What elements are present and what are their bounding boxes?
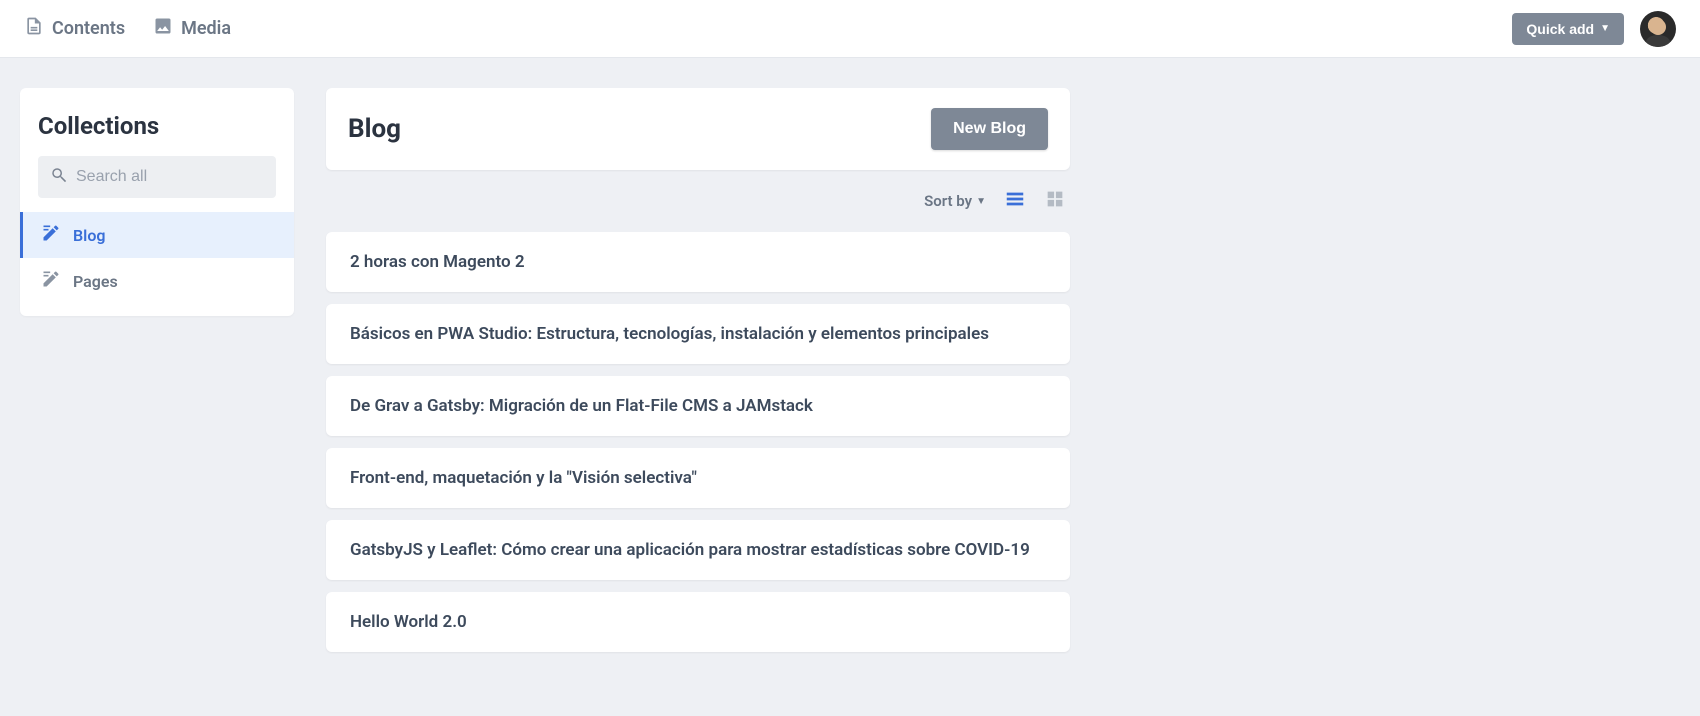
nav-media[interactable]: Media	[153, 16, 231, 41]
topbar: Contents Media Quick add ▼	[0, 0, 1700, 58]
sort-by-label: Sort by	[924, 192, 972, 210]
sidebar-item-pages[interactable]: Pages	[20, 258, 294, 304]
content: Blog New Blog Sort by ▼ 2 horas con Mage…	[326, 88, 1070, 664]
search-input[interactable]	[76, 168, 264, 186]
entry-item[interactable]: 2 horas con Magento 2	[326, 232, 1070, 292]
nav-contents[interactable]: Contents	[24, 16, 125, 41]
sidebar: Collections Blog Pages	[20, 88, 294, 316]
nav-contents-label: Contents	[52, 18, 125, 39]
sidebar-item-blog[interactable]: Blog	[20, 212, 294, 258]
entry-item[interactable]: Hello World 2.0	[326, 592, 1070, 652]
avatar[interactable]	[1640, 11, 1676, 47]
nav-media-label: Media	[181, 18, 231, 39]
chevron-down-icon: ▼	[1600, 23, 1610, 34]
quick-add-button[interactable]: Quick add ▼	[1512, 13, 1624, 45]
entry-item[interactable]: GatsbyJS y Leaflet: Cómo crear una aplic…	[326, 520, 1070, 580]
entry-item[interactable]: Front-end, maquetación y la "Visión sele…	[326, 448, 1070, 508]
main: Collections Blog Pages Blog New Blog Sort…	[0, 58, 1700, 694]
new-entry-button[interactable]: New Blog	[931, 108, 1048, 150]
entry-item[interactable]: Básicos en PWA Studio: Estructura, tecno…	[326, 304, 1070, 364]
pencil-icon	[41, 223, 61, 247]
sidebar-item-label: Pages	[73, 272, 118, 291]
chevron-down-icon: ▼	[976, 196, 986, 207]
content-header: Blog New Blog	[326, 88, 1070, 170]
entry-item[interactable]: De Grav a Gatsby: Migración de un Flat-F…	[326, 376, 1070, 436]
search-icon	[50, 166, 68, 188]
sidebar-item-label: Blog	[73, 226, 105, 245]
quick-add-label: Quick add	[1526, 21, 1594, 37]
pencil-icon	[41, 269, 61, 293]
search-container[interactable]	[38, 156, 276, 198]
entries-list: 2 horas con Magento 2 Básicos en PWA Stud…	[326, 232, 1070, 652]
document-icon	[24, 16, 44, 41]
collections-list: Blog Pages	[20, 212, 294, 304]
sort-by-dropdown[interactable]: Sort by ▼	[924, 192, 986, 210]
image-icon	[153, 16, 173, 41]
view-list-button[interactable]	[1004, 188, 1026, 214]
topbar-right: Quick add ▼	[1512, 11, 1676, 47]
view-grid-button[interactable]	[1044, 188, 1066, 214]
sidebar-title: Collections	[20, 88, 294, 156]
list-controls: Sort by ▼	[326, 188, 1070, 214]
topbar-nav: Contents Media	[24, 16, 231, 41]
page-title: Blog	[348, 114, 401, 144]
